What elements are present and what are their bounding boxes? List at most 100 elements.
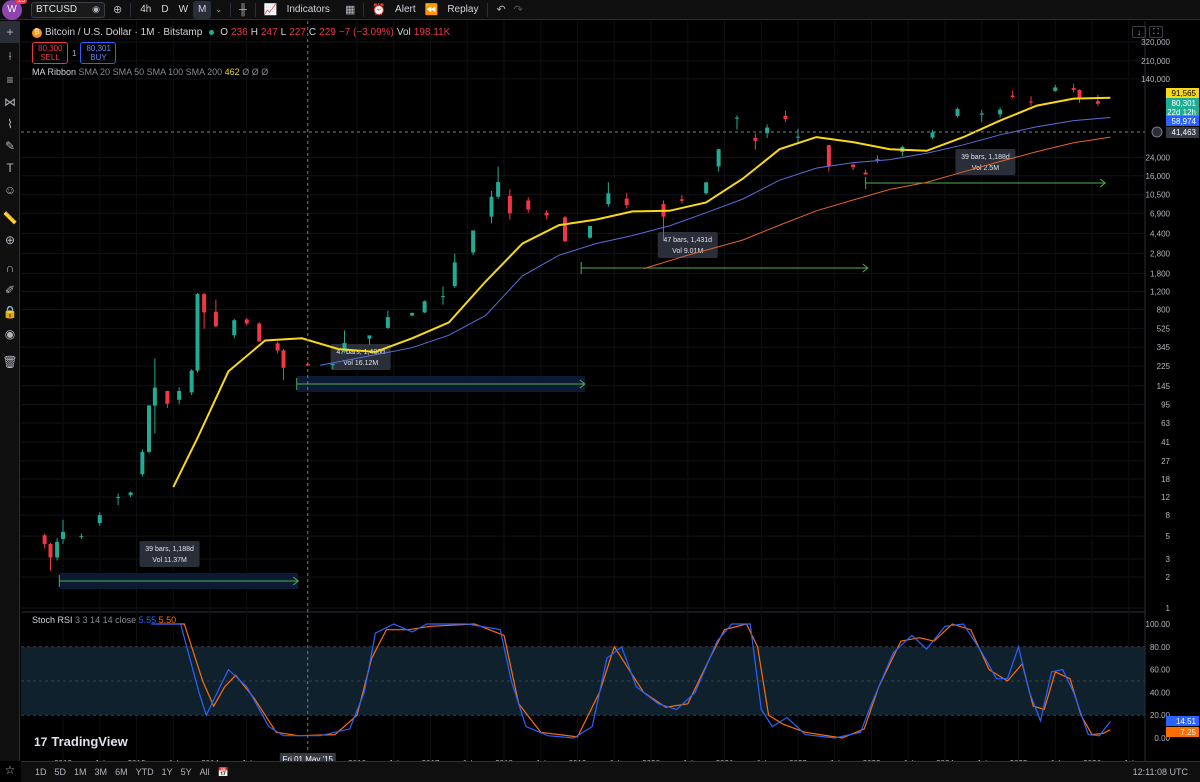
candle-up: [330, 364, 335, 366]
interval-d[interactable]: D: [156, 1, 173, 19]
notification-badge: 13: [15, 0, 27, 4]
range-1d[interactable]: 1D: [31, 767, 51, 777]
close-label: C: [308, 27, 317, 38]
compare-add-icon[interactable]: ⊕: [109, 3, 126, 16]
candle-down: [826, 145, 831, 167]
buy-button[interactable]: 80,301 BUY: [80, 42, 117, 64]
candle-down: [783, 115, 788, 120]
fullscreen-icon[interactable]: ⛶: [1149, 26, 1163, 38]
range-1y[interactable]: 1Y: [158, 767, 177, 777]
brush-icon[interactable]: ✎: [0, 135, 20, 157]
stoch-rsi-legend[interactable]: Stoch RSI 3 3 14 14 close 5.55 5.50: [32, 615, 176, 625]
sell-button[interactable]: 80,300 SELL: [32, 42, 68, 64]
ma-ribbon-legend[interactable]: MA Ribbon SMA 20 SMA 50 SMA 100 SMA 200 …: [32, 67, 268, 77]
chevron-down-icon[interactable]: ⌄: [211, 5, 226, 14]
ribbon-params: SMA 20 SMA 50 SMA 100 SMA 200: [78, 67, 223, 77]
candle-down: [507, 195, 512, 214]
price-axis-label: 210,000: [1141, 57, 1170, 66]
replay-icon[interactable]: ⏪: [421, 3, 443, 16]
candle-up: [79, 536, 84, 538]
candle-down: [42, 535, 47, 544]
templates-icon[interactable]: ▦: [341, 3, 359, 16]
text-icon[interactable]: T: [0, 157, 20, 179]
trash-icon[interactable]: 🗑: [0, 351, 20, 373]
range-ytd[interactable]: YTD: [132, 767, 158, 777]
candle-up: [471, 230, 476, 253]
symbol-search[interactable]: BTCUSD ◉: [31, 1, 105, 18]
zoom-in-icon[interactable]: ⊕: [0, 229, 20, 251]
divider: [487, 2, 489, 17]
measure-bars-label: 47 bars, 1,431d: [663, 237, 712, 244]
rsi-k-value: 5.55: [138, 615, 157, 625]
indicators-button[interactable]: Indicators: [282, 1, 335, 19]
scroll-down-icon[interactable]: ↓: [1132, 26, 1146, 38]
candle-down: [851, 164, 856, 168]
symbol-info-icon[interactable]: ◉: [92, 4, 100, 15]
range-all[interactable]: All: [196, 767, 214, 777]
ribbon-name: MA Ribbon: [32, 67, 77, 77]
price-axis-label: 2: [1166, 573, 1171, 582]
emoji-icon[interactable]: ☺: [0, 179, 20, 201]
candle-up: [796, 136, 800, 138]
interval-4h[interactable]: 4h: [135, 1, 156, 19]
price-axis-label: 800: [1157, 306, 1171, 315]
calendar-icon[interactable]: 📅: [214, 767, 233, 778]
alarm-clock-icon[interactable]: ⏰: [368, 3, 390, 16]
candle-down: [753, 137, 758, 141]
candle-up: [128, 492, 133, 496]
candle-down: [1028, 101, 1033, 103]
candle-up: [152, 387, 157, 406]
candle-up: [146, 405, 151, 452]
alert-button[interactable]: Alert: [390, 1, 421, 19]
cursor-icon[interactable]: ⟊: [0, 45, 20, 67]
crosshair-price-tag: 41,463: [1172, 128, 1197, 137]
range-1m[interactable]: 1M: [70, 767, 91, 777]
candle-down: [165, 391, 170, 404]
undo-icon[interactable]: ↶: [492, 3, 509, 16]
interval-w[interactable]: W: [174, 1, 193, 19]
rsi-axis-label: 80.00: [1150, 643, 1171, 652]
avatar-letter: W: [7, 4, 17, 15]
candle-up: [606, 193, 611, 205]
pattern-icon[interactable]: ⌇: [0, 113, 20, 135]
draw-mode-icon[interactable]: ✐: [0, 279, 20, 301]
high-label: H: [250, 27, 258, 38]
divider: [230, 2, 232, 17]
candle-down: [1095, 101, 1100, 104]
low-value: 227: [289, 27, 306, 38]
interval-m[interactable]: M: [193, 0, 212, 19]
user-avatar[interactable]: W 13: [2, 0, 27, 20]
range-5d[interactable]: 5D: [51, 767, 71, 777]
candle-down: [244, 319, 249, 324]
range-6m[interactable]: 6M: [111, 767, 132, 777]
trend-line-icon[interactable]: ≡: [0, 69, 20, 91]
buy-price: 80,301: [86, 44, 111, 53]
candle-down: [526, 200, 531, 210]
range-3m[interactable]: 3M: [91, 767, 112, 777]
range-5y[interactable]: 5Y: [177, 767, 196, 777]
crosshair-add-icon[interactable]: [1151, 126, 1163, 138]
indicators-icon[interactable]: 📈: [260, 3, 282, 16]
rsi-axis-label: 100.00: [1146, 620, 1171, 629]
price-axis-label: 1,200: [1150, 287, 1171, 296]
favorites-star-icon[interactable]: ☆: [0, 759, 20, 781]
price-axis-label: 18: [1161, 475, 1170, 484]
lock-icon[interactable]: 🔒: [0, 301, 20, 323]
close-value: 229: [319, 27, 336, 38]
replay-button[interactable]: Replay: [442, 1, 483, 19]
pitchfork-icon[interactable]: ⋈: [0, 91, 20, 113]
redo-icon[interactable]: ↷: [510, 3, 527, 16]
candle-up: [189, 370, 194, 393]
measure-volume-label: Vol 9.01M: [672, 248, 703, 255]
candle-up: [452, 262, 457, 287]
ruler-icon[interactable]: 📏: [0, 207, 20, 229]
magnet-icon[interactable]: ∩: [0, 257, 20, 279]
candle-up: [410, 313, 415, 316]
candle-up: [716, 149, 721, 167]
price-chart[interactable]: 39 bars, 1,188dVol 11.37M47 bars, 1,430d…: [21, 21, 1200, 761]
candle-down: [48, 543, 53, 558]
crosshair-icon[interactable]: +: [0, 21, 20, 43]
measure-volume-label: Vol 11.37M: [152, 557, 187, 564]
eye-icon[interactable]: ◉: [0, 323, 20, 345]
candles-icon[interactable]: ╫: [235, 4, 251, 16]
